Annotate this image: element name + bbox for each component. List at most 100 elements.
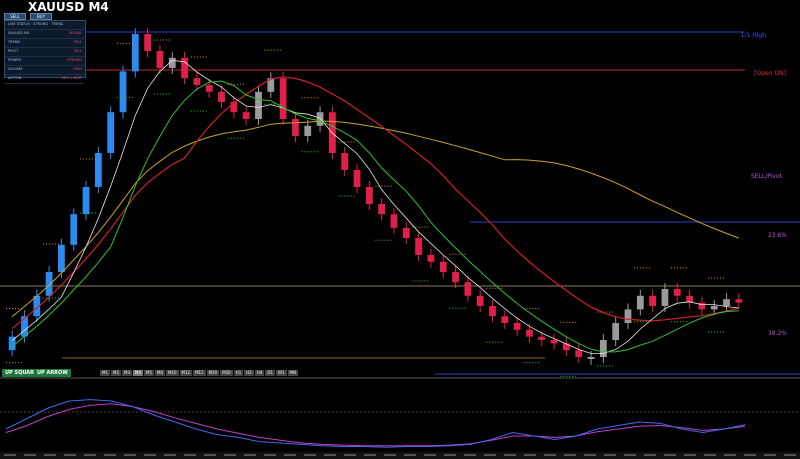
candle-body	[427, 255, 435, 262]
candle-body	[144, 34, 152, 51]
candle-body	[464, 282, 472, 296]
sell-button[interactable]: SELL	[4, 13, 26, 20]
time-tick	[244, 454, 256, 456]
symbol-title: XAUUSD M4	[28, 0, 109, 14]
timeframe-button-m30[interactable]: M30	[220, 370, 233, 376]
candle-body	[353, 170, 361, 187]
info-row: VOLUME HIGH	[5, 66, 85, 75]
candle-body	[439, 261, 447, 272]
time-tick	[304, 454, 316, 456]
time-tick	[144, 454, 156, 456]
timeframe-button-m6[interactable]: M6	[155, 370, 165, 376]
timeframe-button-h1[interactable]: H1	[233, 370, 244, 376]
info-panel-header: LIVE STATUS · STRONG · TREND	[5, 21, 85, 30]
info-row: XAUUSD M4 SIGNAL	[5, 30, 85, 39]
up-arrow-button[interactable]: UP ARROW	[34, 369, 71, 377]
timeframe-button-m1[interactable]: M1	[100, 370, 110, 376]
timeframe-button-m4[interactable]: M4	[133, 370, 143, 376]
time-tick	[84, 454, 96, 456]
time-tick	[204, 454, 216, 456]
info-row: ACTION SELL / WAIT	[5, 75, 85, 84]
buy-button[interactable]: BUY	[30, 13, 52, 20]
candle-body	[341, 153, 349, 170]
time-axis	[0, 452, 800, 459]
timeframe-button-m15[interactable]: M15	[193, 370, 206, 376]
time-tick	[464, 454, 476, 456]
time-tick	[24, 454, 36, 456]
candle-body	[218, 91, 225, 102]
candle-body	[292, 119, 299, 136]
time-tick	[404, 454, 416, 456]
candle-body	[612, 323, 620, 340]
candle-body	[415, 238, 422, 255]
candle-body	[21, 316, 28, 337]
timeframe-button-m3[interactable]: M3	[122, 370, 132, 376]
time-tick	[624, 454, 636, 456]
candle-body	[476, 295, 484, 306]
timeframe-button-w1[interactable]: W1	[276, 370, 287, 376]
signal-info-panel: LIVE STATUS · STRONG · TREND XAUUSD M4 SI…	[4, 20, 86, 84]
time-tick	[64, 454, 76, 456]
candle-body	[193, 78, 201, 85]
time-tick	[544, 454, 556, 456]
timeframe-button-h2[interactable]: H2	[244, 370, 254, 376]
candle-body	[661, 289, 669, 306]
candle-body	[587, 357, 595, 359]
candle-body	[45, 272, 53, 296]
candle-body	[390, 214, 398, 228]
time-tick	[604, 454, 616, 456]
candle-body	[181, 57, 188, 79]
time-tick	[584, 454, 596, 456]
time-tick	[164, 454, 176, 456]
candle-body	[70, 214, 78, 245]
time-tick	[384, 454, 396, 456]
timeframe-button-m2[interactable]: M2	[111, 370, 121, 376]
time-tick	[664, 454, 676, 456]
time-tick	[124, 454, 136, 456]
oscillator-signal-line	[5, 403, 746, 447]
level-label-pivot: SELL/Pivot	[750, 173, 782, 180]
time-tick	[424, 454, 436, 456]
timeframe-button-m5[interactable]: M5	[144, 370, 154, 376]
level-label-382: 38.2%	[767, 330, 787, 337]
info-row: TREND SELL	[5, 39, 85, 48]
candle-body	[452, 272, 459, 283]
timeframe-button-m12[interactable]: M12	[179, 370, 193, 376]
info-row: PIVOT SELL	[5, 48, 85, 57]
candle-body	[242, 112, 250, 119]
time-tick	[264, 454, 276, 456]
timeframe-button-d1[interactable]: D1	[265, 370, 276, 376]
candle-body	[205, 85, 213, 92]
candle-body	[316, 112, 324, 126]
time-tick	[104, 454, 116, 456]
candle-body	[550, 340, 558, 344]
candle-body	[636, 295, 644, 310]
candle-body	[735, 299, 743, 303]
timeframe-button-m10[interactable]: M10	[166, 370, 179, 376]
candle-body	[304, 125, 312, 136]
candle-body	[698, 302, 706, 310]
candle-body	[649, 295, 657, 306]
candle-body	[279, 78, 287, 119]
timeframe-button-mn[interactable]: MN	[287, 370, 298, 376]
time-tick	[764, 454, 776, 456]
candle-body	[723, 299, 730, 306]
candle-body	[402, 227, 410, 238]
time-tick	[344, 454, 356, 456]
candle-body	[673, 289, 681, 296]
time-tick	[644, 454, 656, 456]
candle-body	[599, 340, 607, 357]
time-tick	[744, 454, 756, 456]
slow-moving-average-line	[11, 120, 739, 317]
time-tick	[704, 454, 716, 456]
price-chart[interactable]	[0, 0, 800, 459]
trade-buttons: SELL BUY	[4, 13, 52, 20]
time-tick	[44, 454, 56, 456]
info-row: POWER STRONG	[5, 57, 85, 66]
time-tick	[184, 454, 196, 456]
timeframe-bar: M1 M2 M3 M4 M5 M6 M10 M12 M15 M20 M30 H1 H2 H4 D1 W1 MN	[100, 370, 298, 376]
oscillator-main-line	[5, 399, 746, 448]
candle-body	[58, 244, 65, 272]
timeframe-button-h4[interactable]: H4	[254, 370, 265, 376]
timeframe-button-m20[interactable]: M20	[206, 370, 220, 376]
